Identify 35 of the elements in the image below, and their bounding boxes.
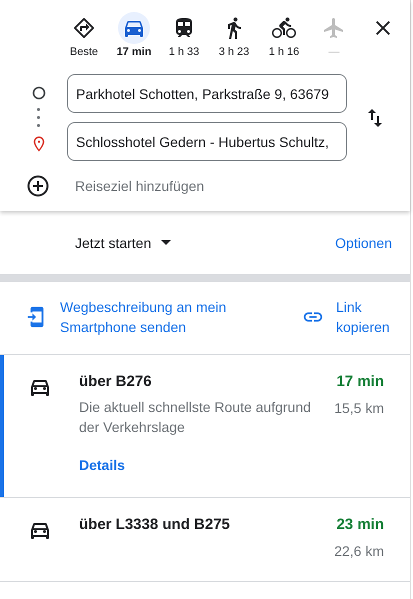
route-distance: 15,5 km	[334, 400, 384, 416]
destination-field[interactable]: Schlosshotel Gedern - Hubertus Schultz,	[67, 122, 347, 161]
route-duration: 17 min	[335, 373, 384, 390]
route-name: über B276	[79, 373, 153, 390]
origin-field[interactable]: Parkhotel Schotten, Parkstraße 9, 63679	[67, 74, 347, 113]
route-distance: 22,6 km	[334, 543, 384, 559]
route-description: Die aktuell schnellste Route aufgrund der Verkehrslage	[79, 398, 312, 437]
directions-icon	[72, 16, 96, 40]
travel-mode-label: 1 h 33	[168, 46, 200, 58]
travel-mode-label: Beste	[70, 46, 98, 58]
route-card[interactable]: über B276 Die aktuell schnellste Route aufgrund der Verkehrslage Details 17 min 15,5 km	[0, 355, 410, 497]
add-circle-icon[interactable]	[27, 175, 49, 197]
options-link[interactable]: Optionen	[335, 234, 392, 250]
departure-dropdown[interactable]: Jetzt starten	[75, 234, 172, 250]
caret-icon	[161, 240, 172, 245]
send-to-phone-button[interactable]: Wegbeschreibung an mein Smartphone senden	[26, 298, 245, 336]
travel-mode-tab[interactable]: Beste	[59, 12, 109, 58]
route-card[interactable]: über L3338 und B275 23 min 22,6 km	[0, 498, 410, 581]
route-name: über L3338 und B275	[79, 516, 231, 533]
travel-mode-label: 1 h 16	[268, 46, 300, 58]
travel-mode-tab[interactable]: 17 min	[109, 12, 159, 58]
airplane-icon	[322, 16, 346, 40]
travel-mode-tab[interactable]: 1 h 16	[259, 12, 309, 58]
travel-mode-label: —	[328, 46, 340, 58]
travel-mode-tab[interactable]: 3 h 23	[209, 12, 259, 58]
route-dots-icon	[37, 108, 40, 127]
copy-link-button[interactable]: Link kopieren	[302, 298, 398, 336]
travel-mode-label: 3 h 23	[218, 46, 250, 58]
travel-mode-label: 17 min	[116, 46, 152, 58]
details-link[interactable]: Details	[79, 457, 125, 473]
travel-mode-tab[interactable]: 1 h 33	[159, 12, 209, 58]
origin-circle-icon	[32, 86, 46, 100]
route-duration: 23 min	[335, 516, 384, 533]
cyclist-icon	[272, 16, 296, 40]
add-destination-button[interactable]: Reiseziel hinzufügen	[75, 178, 204, 194]
